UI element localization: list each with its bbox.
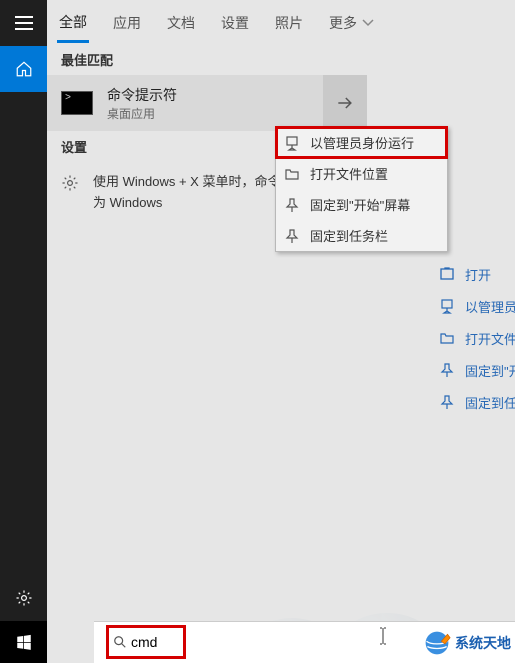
hamburger-icon	[15, 16, 33, 30]
detail-run-admin-label: 以管理员身份运	[465, 297, 515, 316]
folder-icon	[439, 330, 455, 346]
chevron-down-icon	[361, 18, 375, 28]
gear-icon	[15, 589, 33, 607]
search-panel: 全部 应用 文档 设置 照片 更多 最佳匹配 命令提示符 桌面应用	[47, 0, 515, 663]
cmd-icon	[61, 91, 93, 115]
detail-pin-taskbar[interactable]: 固定到任务栏	[427, 386, 515, 418]
detail-pin-start[interactable]: 固定到"开始"屏	[427, 354, 515, 386]
tab-more[interactable]: 更多	[327, 3, 377, 41]
filter-tabs: 全部 应用 文档 设置 照片 更多	[47, 0, 515, 44]
home-icon	[15, 60, 33, 78]
watermark-logo: 系统天地	[423, 629, 511, 657]
open-icon	[439, 266, 455, 282]
gear-icon	[61, 174, 79, 192]
ctx-pin-taskbar[interactable]: 固定到任务栏	[276, 220, 447, 251]
ctx-open-location-label: 打开文件位置	[310, 164, 388, 183]
detail-run-admin[interactable]: 以管理员身份运	[427, 290, 515, 322]
ctx-pin-start[interactable]: 固定到"开始"屏幕	[276, 189, 447, 220]
ctx-open-location[interactable]: 打开文件位置	[276, 158, 447, 189]
admin-icon	[284, 135, 300, 151]
ctx-pin-taskbar-label: 固定到任务栏	[310, 226, 388, 245]
pin-taskbar-icon	[284, 228, 300, 244]
tab-settings[interactable]: 设置	[219, 3, 251, 41]
ctx-pin-start-label: 固定到"开始"屏幕	[310, 195, 410, 214]
detail-pin-taskbar-label: 固定到任务栏	[465, 393, 515, 412]
search-input[interactable]	[131, 634, 179, 650]
windows-start-button[interactable]	[0, 621, 47, 663]
tab-apps[interactable]: 应用	[111, 3, 143, 41]
arrow-right-icon	[335, 93, 355, 113]
globe-icon	[423, 629, 451, 657]
detail-open-location[interactable]: 打开文件位置	[427, 322, 515, 354]
windows-icon	[15, 633, 33, 651]
context-menu: 以管理员身份运行 打开文件位置 固定到"开始"屏幕 固定到任务栏	[275, 126, 448, 252]
best-match-title: 命令提示符	[107, 85, 177, 105]
detail-open-location-label: 打开文件位置	[465, 329, 515, 348]
start-sidebar	[0, 0, 47, 663]
settings-button[interactable]	[0, 575, 47, 621]
folder-icon	[284, 166, 300, 182]
search-icon	[113, 635, 127, 649]
tab-photos[interactable]: 照片	[273, 3, 305, 41]
watermark-text: 系统天地	[455, 633, 511, 653]
pin-taskbar-icon	[439, 394, 455, 410]
detail-pin-start-label: 固定到"开始"屏	[465, 361, 515, 380]
ctx-run-admin[interactable]: 以管理员身份运行	[276, 127, 447, 158]
detail-open[interactable]: 打开	[427, 258, 515, 290]
best-match-subtitle: 桌面应用	[107, 105, 177, 122]
home-button[interactable]	[0, 46, 47, 92]
expand-button[interactable]	[323, 75, 367, 131]
search-box[interactable]	[106, 625, 186, 659]
pin-start-icon	[284, 197, 300, 213]
best-match-header: 最佳匹配	[47, 44, 367, 75]
tab-all[interactable]: 全部	[57, 2, 89, 43]
pin-start-icon	[439, 362, 455, 378]
best-match-text: 命令提示符 桌面应用	[107, 85, 177, 122]
best-match-item[interactable]: 命令提示符 桌面应用	[47, 75, 367, 131]
admin-icon	[439, 298, 455, 314]
hamburger-button[interactable]	[0, 0, 47, 46]
tab-more-label: 更多	[329, 13, 357, 33]
tab-docs[interactable]: 文档	[165, 3, 197, 41]
detail-open-label: 打开	[465, 265, 491, 284]
ctx-run-admin-label: 以管理员身份运行	[310, 133, 414, 152]
text-cursor-icon	[378, 627, 388, 645]
